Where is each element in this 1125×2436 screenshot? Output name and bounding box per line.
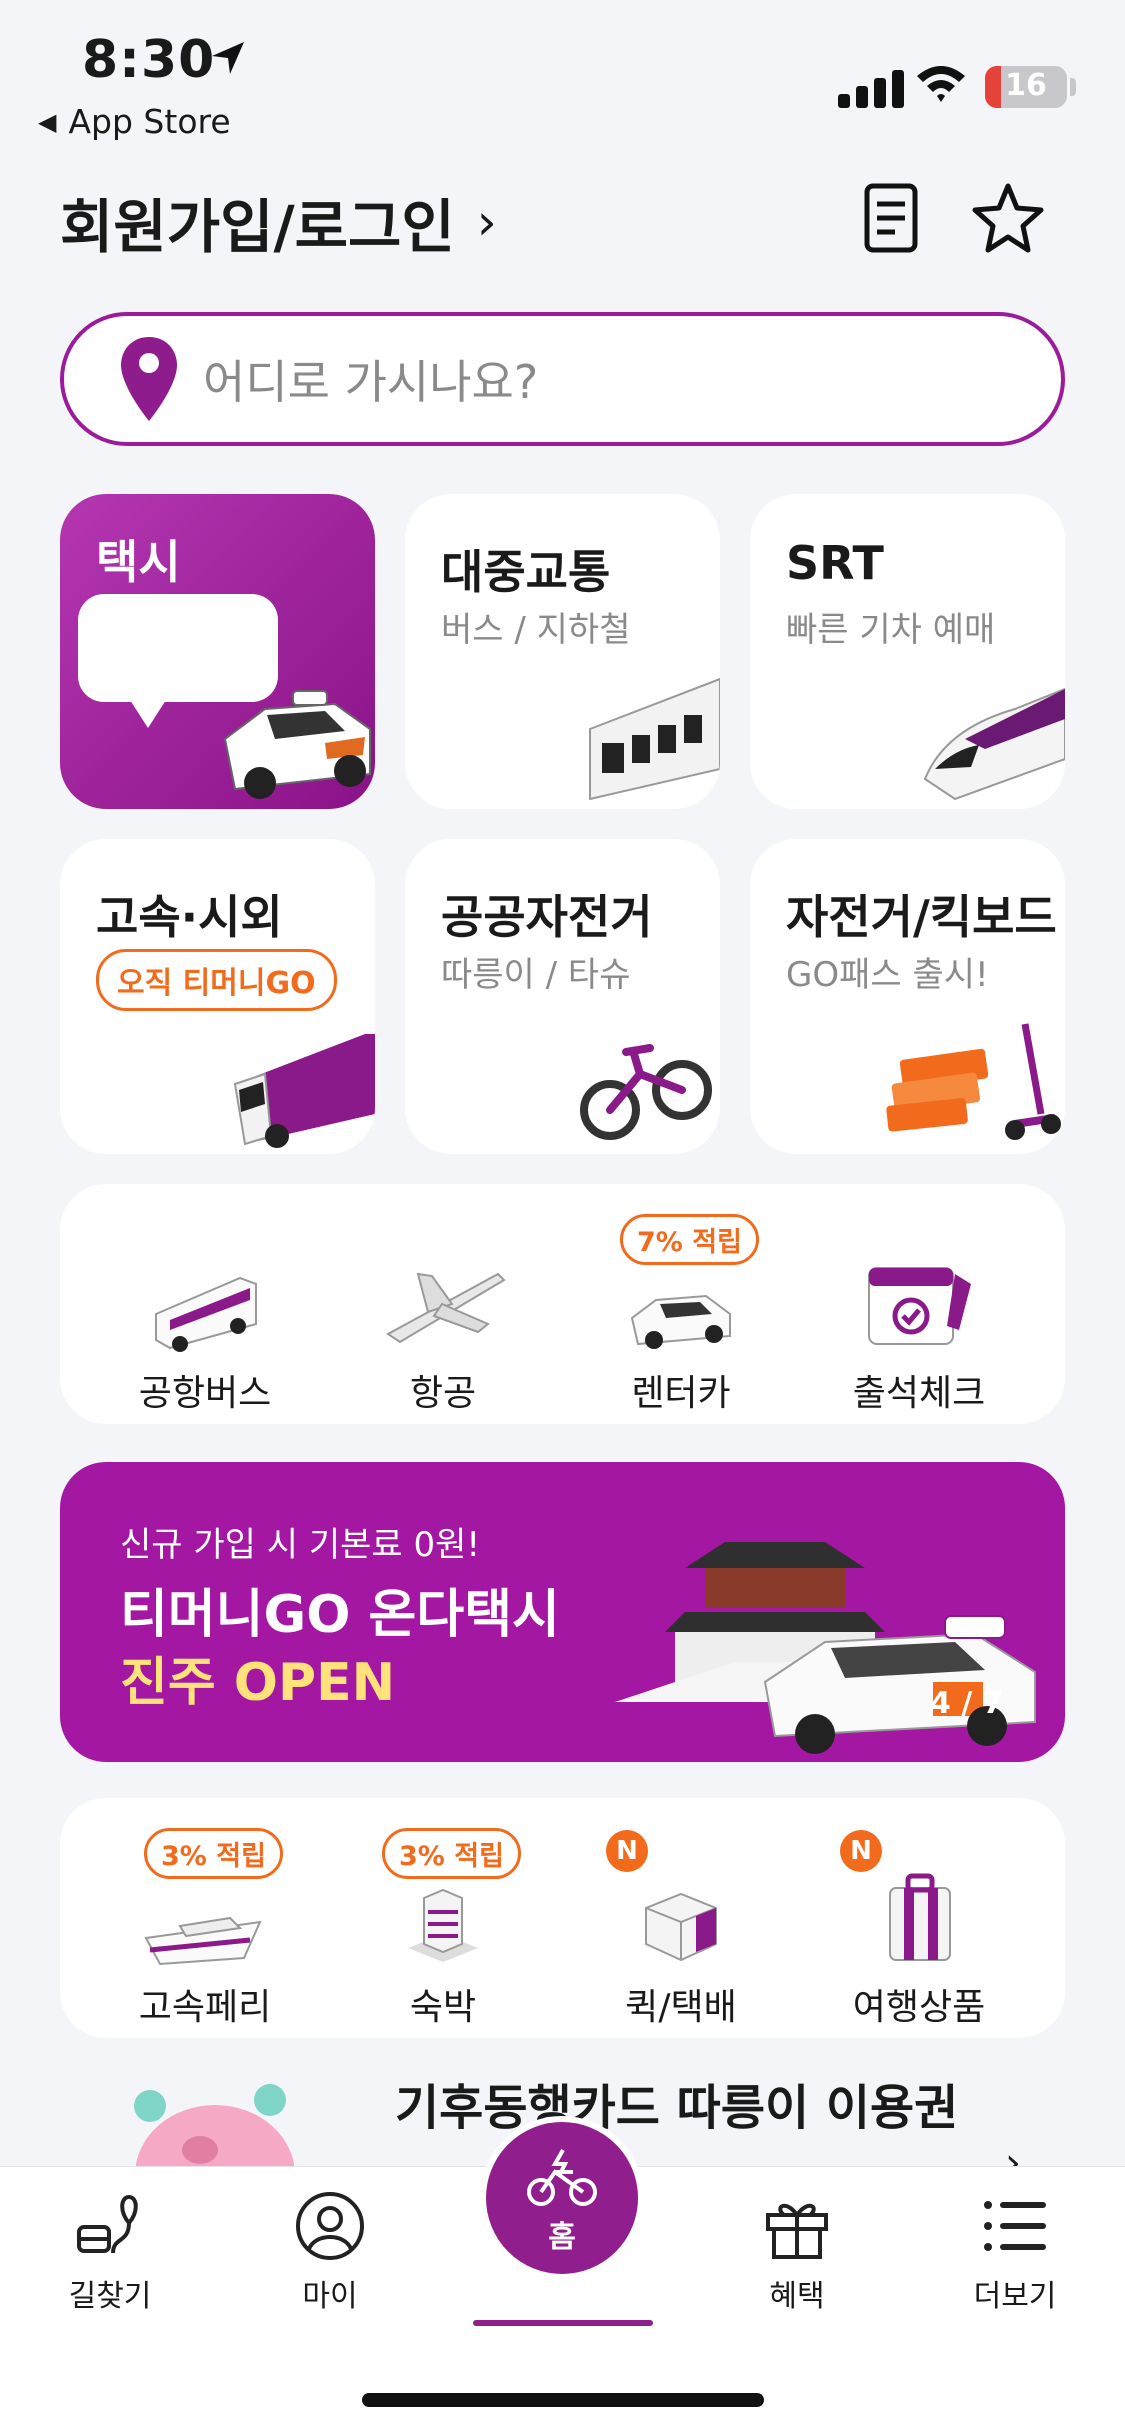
tile-title: 공공자전거 [441, 890, 653, 944]
tab-label: 혜택 [769, 2279, 825, 2314]
ferry-icon [144, 1916, 262, 1966]
star-icon[interactable] [970, 180, 1046, 256]
bicycle-icon [580, 1044, 712, 1140]
quick-item-delivery[interactable]: 퀵/택배 [561, 1838, 801, 2030]
user-icon [296, 2192, 364, 2260]
tab-more[interactable]: 더보기 [930, 2189, 1100, 2315]
section-title[interactable]: 기후동행카드 따릉이 이용권 [395, 2068, 958, 2138]
gift-icon [766, 2203, 828, 2259]
reward-badge: 7% 적립 [620, 1214, 759, 1265]
quick-item-label: 렌터카 [631, 1373, 731, 1414]
tile-taxi[interactable]: 택시 [60, 494, 375, 809]
back-triangle-icon: ◀ [38, 107, 57, 136]
tile-subtitle: GO패스 출시! [786, 955, 989, 995]
search-placeholder: 어디로 가시나요? [203, 355, 539, 409]
quick-item-travel[interactable]: 여행상품 [799, 1838, 1039, 2030]
quick-item-label: 항공 [409, 1373, 477, 1414]
battery-level: 16 [1005, 68, 1047, 103]
battery-icon: 16 [985, 66, 1067, 108]
cellular-signal-icon [838, 66, 904, 108]
home-indicator [362, 2393, 764, 2407]
new-badge: N [606, 1830, 648, 1872]
exclusive-badge: 오직 티머니GO [96, 949, 337, 1011]
suitcase-icon [889, 1873, 951, 1961]
subway-train-icon [589, 677, 720, 801]
banner-line-1: 신규 가입 시 기본료 0원! [120, 1525, 481, 1565]
promo-banner[interactable]: 신규 가입 시 기본료 0원! 티머니GO 온다택시 진주 OPEN 4 / 7 [60, 1462, 1065, 1762]
map-pin-icon [121, 337, 177, 421]
quick-item-label: 퀵/택배 [625, 1987, 737, 2028]
taxi-car-icon [223, 690, 371, 799]
tile-title: 고속·시외 [96, 890, 283, 944]
srt-train-icon [923, 687, 1065, 801]
back-to-app-link[interactable]: ◀ App Store [38, 102, 231, 141]
banner-line-3: 진주 OPEN [120, 1653, 396, 1713]
quick-item-attendance[interactable]: 출석체크 [799, 1224, 1039, 1416]
tile-public-transit[interactable]: 대중교통 버스 / 지하철 [405, 494, 720, 809]
home-bike-icon [527, 2149, 597, 2206]
active-tab-indicator [473, 2320, 653, 2326]
tab-label: 더보기 [973, 2279, 1057, 2314]
tile-public-bike[interactable]: 공공자전거 따릉이 / 타슈 [405, 839, 720, 1154]
new-badge: N [840, 1830, 882, 1872]
tile-subtitle: 따릉이 / 타슈 [441, 955, 631, 995]
tile-title: SRT [786, 536, 884, 590]
tile-bike-kickboard[interactable]: 자전거/킥보드 GO패스 출시! [750, 839, 1065, 1154]
back-app-label: App Store [68, 102, 231, 141]
location-arrow-icon [212, 42, 244, 74]
rental-car-icon [630, 1294, 731, 1349]
reward-badge: 3% 적립 [144, 1828, 283, 1879]
tile-srt[interactable]: SRT 빠른 기차 예매 [750, 494, 1065, 809]
palace-taxi-illustration [615, 1542, 1036, 1754]
quick-item-label: 숙박 [409, 1987, 477, 2028]
tab-benefits[interactable]: 혜택 [712, 2189, 882, 2315]
express-bus-icon [233, 1034, 375, 1148]
quick-menu-card: 공항버스 항공 렌터카 7% 적립 출석체크 [60, 1184, 1065, 1424]
tile-title: 자전거/킥보드 [786, 890, 1057, 944]
tab-route[interactable]: 길찾기 [25, 2189, 195, 2315]
quick-item-label: 출석체크 [852, 1373, 986, 1414]
banner-page-indicator: 4 / 7 [930, 1686, 1004, 1721]
parcel-box-icon [645, 1892, 717, 1962]
quick-item-label: 고속페리 [138, 1987, 272, 2028]
tile-title: 택시 [96, 535, 181, 589]
tab-home[interactable]: 홈 [480, 2116, 644, 2280]
tile-subtitle: 버스 / 지하철 [441, 610, 631, 650]
menu-icon [984, 2201, 1046, 2251]
status-time: 8:30 [82, 30, 216, 90]
tab-label: 마이 [302, 2279, 358, 2314]
hotel-building-icon [408, 1888, 478, 1962]
header-title: 회원가입/로그인 [60, 193, 455, 261]
go-pass-ticket-icon [886, 1023, 1061, 1140]
destination-search-input[interactable]: 어디로 가시나요? [60, 312, 1065, 446]
tile-express-bus[interactable]: 고속·시외 오직 티머니GO [60, 839, 375, 1154]
tile-title: 대중교통 [441, 545, 611, 599]
tab-label: 길찾기 [68, 2279, 152, 2314]
tile-subtitle: 빠른 기차 예매 [786, 610, 996, 650]
chevron-right-icon: › [476, 193, 497, 251]
quick-item-label: 공항버스 [138, 1373, 272, 1414]
route-icon [77, 2194, 138, 2254]
receipt-icon[interactable] [853, 180, 929, 256]
quick-item-airport-bus[interactable]: 공항버스 [85, 1224, 325, 1416]
tab-label: 홈 [548, 2220, 576, 2255]
airport-bus-icon [155, 1276, 257, 1352]
banner-line-2: 티머니GO 온다택시 [120, 1585, 560, 1645]
status-bar: 8:30 ◀ App Store 16 [0, 0, 1125, 150]
login-signup-link[interactable]: 회원가입/로그인 › [60, 180, 497, 264]
reward-badge: 3% 적립 [382, 1828, 521, 1879]
wifi-icon [917, 66, 965, 102]
calendar-check-icon [868, 1267, 971, 1345]
quick-item-flight[interactable]: 항공 [323, 1224, 563, 1416]
tab-my[interactable]: 마이 [245, 2189, 415, 2315]
quick-menu-card-2: 고속페리 3% 적립 숙박 3% 적립 퀵/택배 N 여행상품 N [60, 1798, 1065, 2038]
airplane-icon [386, 1272, 506, 1344]
quick-item-label: 여행상품 [852, 1987, 986, 2028]
